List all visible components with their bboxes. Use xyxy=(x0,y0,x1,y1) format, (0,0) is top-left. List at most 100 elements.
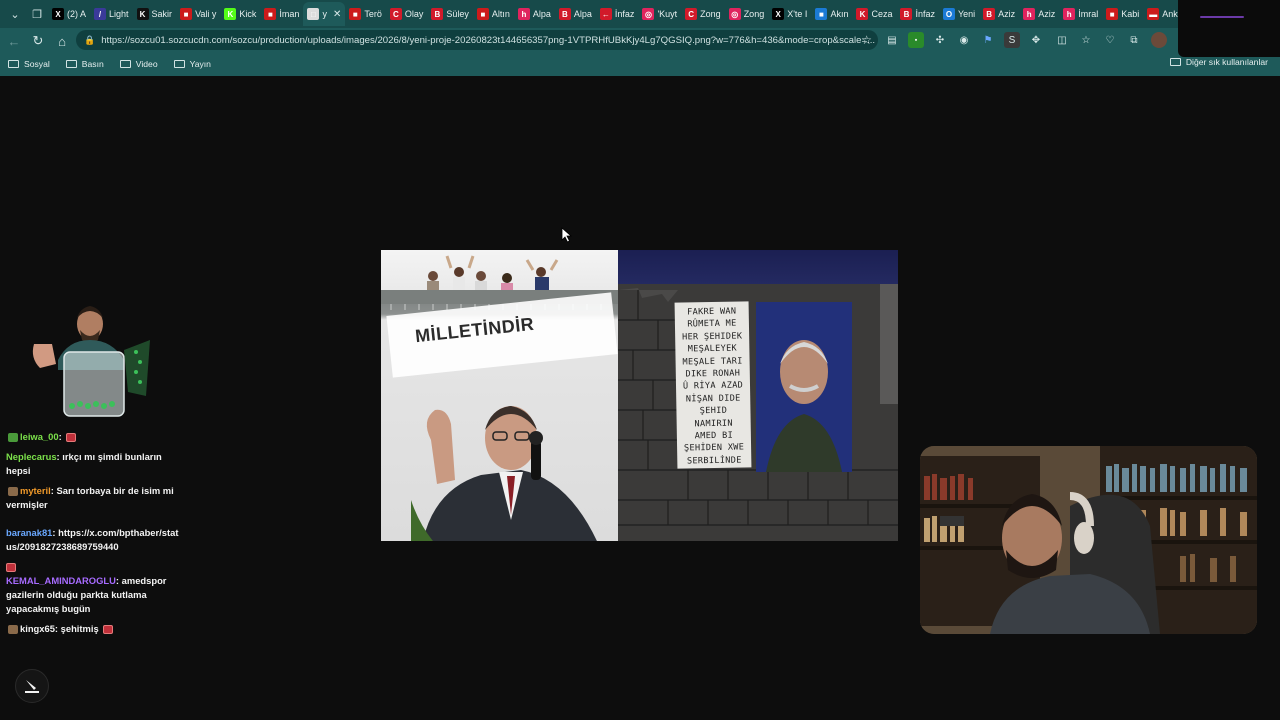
browser-tab[interactable]: X (2) A xyxy=(48,2,90,26)
folder-icon xyxy=(119,60,131,68)
chat-username: baranak81 xyxy=(6,527,53,538)
bookmarks-bar: Sosyal Basın Video Yayın xyxy=(0,55,1280,73)
close-tab-icon[interactable]: ✕ xyxy=(333,9,341,20)
translate-icon[interactable]: ⚑ xyxy=(980,32,996,48)
emote-icon xyxy=(6,563,16,573)
browser-tab[interactable]: C Zong xyxy=(681,2,725,26)
tab-label: Kabi xyxy=(1121,9,1140,19)
chat-message: leiwa_00: xyxy=(6,430,182,444)
extension-s-icon[interactable]: S xyxy=(1004,32,1020,48)
browser-tab[interactable]: ■ Vali y xyxy=(176,2,220,26)
url-text: https://sozcu01.sozcucdn.com/sozcu/produ… xyxy=(101,34,876,46)
c-icon: C xyxy=(685,8,698,20)
bookmark-folder-video[interactable]: Video xyxy=(119,59,158,69)
tab-label: İnfaz xyxy=(915,9,935,19)
bookmark-folder-yayin[interactable]: Yayın xyxy=(173,59,211,69)
browser-tab[interactable]: B Alpa xyxy=(555,2,596,26)
tab-label: Süley xyxy=(446,9,469,19)
heart-icon[interactable]: ♡ xyxy=(1102,32,1118,48)
chat-username: myteril xyxy=(20,485,51,496)
browser-chrome: ⌄ ❐ X (2) A / Light K Sakir ■ Vali y K Kick ■ İman □… xyxy=(0,0,1280,76)
browser-tab[interactable]: ◎ Zong xyxy=(725,2,769,26)
streamer-overlay-image xyxy=(32,306,150,417)
tab-label: Aziz xyxy=(1038,9,1056,19)
extension-circle-icon[interactable]: ◉ xyxy=(956,32,972,48)
browser-tab[interactable]: h Aziz xyxy=(1019,2,1059,26)
b-icon: B xyxy=(431,8,444,20)
chat-username: Neplecarus xyxy=(6,451,57,462)
mouse-cursor-icon xyxy=(561,227,573,243)
x-logo: X xyxy=(52,8,64,20)
browser-tab[interactable]: B Süley xyxy=(427,2,473,26)
browser-tab[interactable]: ◎ 'Kuyt xyxy=(638,2,681,26)
browser-tab[interactable]: ■ Altın xyxy=(473,2,514,26)
tab-label: y xyxy=(322,9,327,19)
browser-tab[interactable]: ■ İman xyxy=(260,2,303,26)
tab-label: Vali y xyxy=(195,9,217,19)
browser-tab[interactable]: ← İnfaz xyxy=(596,2,639,26)
browser-tab[interactable]: K Sakir xyxy=(133,2,177,26)
b-icon: B xyxy=(900,8,913,20)
browser-tab[interactable]: K Ceza xyxy=(852,2,896,26)
favorites-icon[interactable]: ☆ xyxy=(1078,32,1094,48)
feather-icon: / xyxy=(94,8,107,20)
image-right-photo: FAKRE WAN RÛMETA ME HER ŞEHIDEK MEŞALEYE… xyxy=(618,250,898,541)
browser-tab[interactable]: X X'te I xyxy=(768,2,811,26)
tab-search-chevron-icon[interactable]: ⌄ xyxy=(4,3,26,25)
tab-strip: ⌄ ❐ X (2) A / Light K Sakir ■ Vali y K Kick ■ İman □… xyxy=(0,0,1280,28)
bookmark-folder-sosyal[interactable]: Sosyal xyxy=(8,59,50,69)
chat-username: kingx65 xyxy=(20,623,55,634)
h-icon: h xyxy=(1063,8,1076,20)
bookmark-folder-basin[interactable]: Basın xyxy=(65,59,104,69)
chat-message: KEMAL_AMINDAROGLU: amedspor gazilerin ol… xyxy=(6,560,182,616)
h-icon: h xyxy=(1023,8,1036,20)
reload-icon[interactable]: ↻ xyxy=(26,30,50,52)
newspaper-icon: ■ xyxy=(476,8,489,20)
emote-icon xyxy=(8,487,18,497)
msn-icon: ■ xyxy=(815,8,828,20)
portrait-poster xyxy=(756,302,852,472)
arrow-icon: ← xyxy=(599,8,612,20)
browser-tab[interactable]: K Kick xyxy=(220,2,260,26)
back-icon[interactable]: ← xyxy=(2,30,26,52)
lock-icon: 🔒 xyxy=(84,34,96,45)
home-icon[interactable]: ⌂ xyxy=(50,30,74,52)
chat-text: şehitmiş xyxy=(60,623,99,634)
browser-tab[interactable]: ■ Terö xyxy=(345,2,386,26)
workspaces-icon[interactable]: ❐ xyxy=(26,3,48,25)
pen-logo-icon xyxy=(15,669,49,703)
tab-label: Terö xyxy=(364,9,382,19)
favorite-star-icon[interactable]: ☆ xyxy=(861,33,872,47)
tab-label: Altın xyxy=(491,9,510,19)
image-left-photo: MİLLETİNDİR xyxy=(381,250,618,541)
extensions-puzzle-icon[interactable]: ✥ xyxy=(1028,32,1044,48)
extension-green-icon[interactable]: ▪ xyxy=(908,32,924,48)
reader-icon[interactable]: ▤ xyxy=(884,32,900,48)
profile-avatar[interactable] xyxy=(1151,32,1167,48)
tab-label: Sakir xyxy=(151,9,173,19)
address-bar[interactable]: 🔒 https://sozcu01.sozcucdn.com/sozcu/pro… xyxy=(76,30,878,50)
browser-tab[interactable]: □ y ✕ xyxy=(303,2,346,26)
browser-tab[interactable]: B Aziz xyxy=(979,2,1019,26)
x-logo: X xyxy=(772,8,785,20)
tab-label: Zong xyxy=(743,9,765,19)
browser-tab[interactable]: h İmral xyxy=(1059,2,1102,26)
browser-tab[interactable]: / Light xyxy=(90,2,133,26)
screenshot-icon[interactable]: ✣ xyxy=(932,32,948,48)
chat-username: leiwa_00 xyxy=(20,431,59,442)
browser-tab[interactable]: h Alpa xyxy=(514,2,555,26)
browser-tab[interactable]: ■ Akın xyxy=(811,2,852,26)
folder-icon xyxy=(1169,58,1181,66)
split-screen-icon[interactable]: ◫ xyxy=(1054,32,1070,48)
browser-tab[interactable]: ■ Kabi xyxy=(1102,2,1143,26)
chat-message: baranak81: https://x.com/bpthaber/status… xyxy=(6,527,179,552)
c-icon: C xyxy=(389,8,402,20)
browser-tab[interactable]: O Yeni xyxy=(939,2,979,26)
collections-icon[interactable]: ⧉ xyxy=(1126,32,1142,48)
chat-message: Neplecarus: ırkçı mı şimdi bunların heps… xyxy=(6,451,162,476)
circle-icon: ◎ xyxy=(642,8,655,20)
other-bookmarks[interactable]: Diğer sık kullanılanlar xyxy=(1169,57,1268,67)
browser-tab[interactable]: C Olay xyxy=(386,2,428,26)
o-icon: O xyxy=(942,8,955,20)
browser-tab[interactable]: B İnfaz xyxy=(896,2,939,26)
